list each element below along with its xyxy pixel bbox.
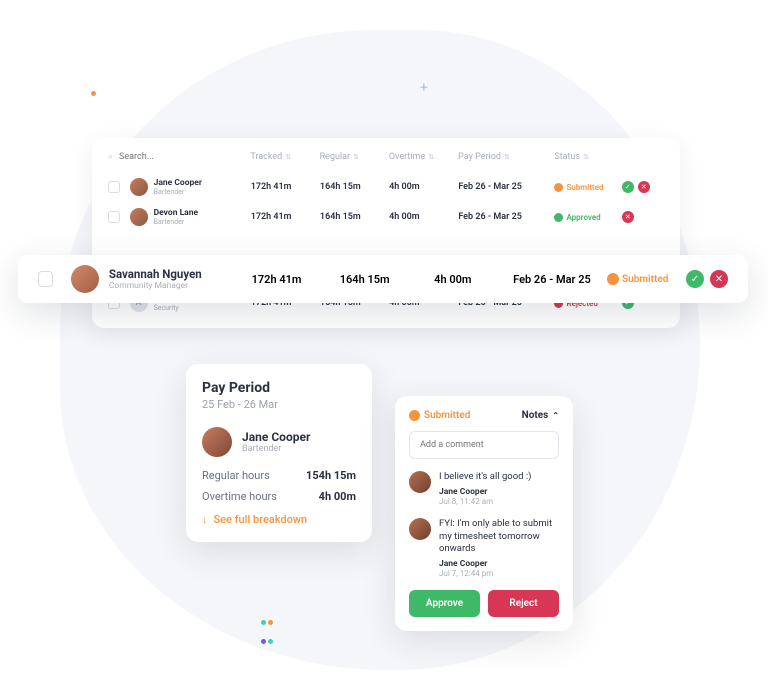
overtime-value: 4h 00m xyxy=(389,212,458,222)
table-header: ⌕ Tracked⇅ Regular⇅ Overtime⇅ Pay Period… xyxy=(92,152,680,172)
notes-toggle[interactable]: Notes⌃ xyxy=(522,410,559,421)
avatar xyxy=(130,178,148,196)
th-status[interactable]: Status⇅ xyxy=(554,152,621,162)
comment-input[interactable] xyxy=(409,431,559,459)
search-icon: ⌕ xyxy=(108,152,113,162)
pay-period-card: Pay Period 25 Feb - 26 Mar Jane Cooper B… xyxy=(186,364,372,542)
note-text: FYI: I'm only able to submit my timeshee… xyxy=(439,518,559,556)
note-item: FYI: I'm only able to submit my timeshee… xyxy=(409,518,559,578)
avatar xyxy=(130,208,148,226)
note-item: I believe it's all good :) Jane Cooper J… xyxy=(409,471,559,506)
note-text: I believe it's all good :) xyxy=(439,471,559,484)
row-checkbox[interactable] xyxy=(108,211,120,223)
avatar xyxy=(409,471,431,493)
avatar xyxy=(409,518,431,540)
tracked-value: 172h 41m xyxy=(251,182,320,192)
user-role: Security xyxy=(154,304,203,312)
user-name: Jane Cooper xyxy=(242,430,310,444)
regular-label: Regular hours xyxy=(202,469,270,482)
user-name: Savannah Nguyen xyxy=(109,267,202,281)
period-value: Feb 26 - Mar 25 xyxy=(458,182,554,192)
row-checkbox[interactable] xyxy=(108,181,120,193)
approve-button[interactable]: ✓ xyxy=(686,270,704,288)
user-name: Devon Lane xyxy=(154,208,198,218)
th-overtime[interactable]: Overtime⇅ xyxy=(389,152,458,162)
overtime-value: 4h 00m xyxy=(409,273,497,286)
tracked-value: 172h 41m xyxy=(251,212,320,222)
th-regular[interactable]: Regular⇅ xyxy=(320,152,389,162)
table-row: Devon LaneBartender 172h 41m 164h 15m 4h… xyxy=(92,202,680,232)
note-time: Jul 7, 12:44 pm xyxy=(439,569,559,578)
avatar xyxy=(202,427,232,457)
regular-value: 164h 15m xyxy=(320,212,389,222)
avatar xyxy=(71,265,99,293)
user-role: Bartender xyxy=(154,218,198,226)
notes-card: Submitted Notes⌃ I believe it's all good… xyxy=(395,396,573,631)
th-tracked[interactable]: Tracked⇅ xyxy=(250,152,319,162)
regular-value: 164h 15m xyxy=(320,182,389,192)
status-icon xyxy=(409,410,420,421)
background-blob xyxy=(60,30,700,670)
user-role: Community Manager xyxy=(109,281,202,291)
user-role: Bartender xyxy=(154,188,202,196)
reject-button[interactable]: ✕ xyxy=(638,181,650,193)
regular-value: 154h 15m xyxy=(306,469,356,482)
sort-icon: ⇅ xyxy=(428,153,434,161)
overtime-value: 4h 00m xyxy=(319,490,356,503)
status-icon xyxy=(554,213,563,222)
period-value: Feb 26 - Mar 25 xyxy=(497,273,607,286)
sort-icon: ⇅ xyxy=(504,153,510,161)
sort-icon: ⇅ xyxy=(583,153,589,161)
status-badge: Submitted xyxy=(409,410,470,421)
dots-decoration xyxy=(260,611,274,649)
pay-range: 25 Feb - 26 Mar xyxy=(202,398,356,411)
note-author: Jane Cooper xyxy=(439,559,559,569)
featured-row: Savannah Nguyen Community Manager 172h 4… xyxy=(18,255,748,303)
note-time: Jul 8, 11:42 am xyxy=(439,497,559,506)
overtime-label: Overtime hours xyxy=(202,490,277,503)
approve-button[interactable]: ✓ xyxy=(622,181,634,193)
overtime-value: 4h 00m xyxy=(389,182,458,192)
status-icon xyxy=(554,183,563,192)
chevron-up-icon: ⌃ xyxy=(552,411,559,420)
dots-decoration xyxy=(90,82,97,101)
arrow-down-icon: ↓ xyxy=(202,513,208,526)
user-name: Jane Cooper xyxy=(154,178,202,188)
row-checkbox[interactable] xyxy=(38,271,53,287)
reject-button[interactable]: ✕ xyxy=(622,211,634,223)
status-badge: Submitted xyxy=(607,273,686,285)
status-icon xyxy=(607,273,619,285)
approve-button[interactable]: Approve xyxy=(409,590,480,617)
th-period[interactable]: Pay Period⇅ xyxy=(458,152,554,162)
table-row: Jane CooperBartender 172h 41m 164h 15m 4… xyxy=(92,172,680,202)
note-author: Jane Cooper xyxy=(439,487,559,497)
reject-button[interactable]: ✕ xyxy=(710,270,728,288)
breakdown-link[interactable]: ↓See full breakdown xyxy=(202,513,356,526)
plus-decoration: + xyxy=(420,80,428,96)
regular-value: 164h 15m xyxy=(321,273,409,286)
reject-button[interactable]: Reject xyxy=(488,590,559,617)
user-role: Bartender xyxy=(242,444,310,454)
sort-icon: ⇅ xyxy=(285,153,291,161)
status-badge: Approved xyxy=(554,213,621,222)
search-input[interactable] xyxy=(119,152,219,162)
pay-title: Pay Period xyxy=(202,380,356,396)
status-badge: Submitted xyxy=(554,183,621,192)
sort-icon: ⇅ xyxy=(353,153,359,161)
tracked-value: 172h 41m xyxy=(232,273,320,286)
period-value: Feb 26 - Mar 25 xyxy=(458,212,554,222)
